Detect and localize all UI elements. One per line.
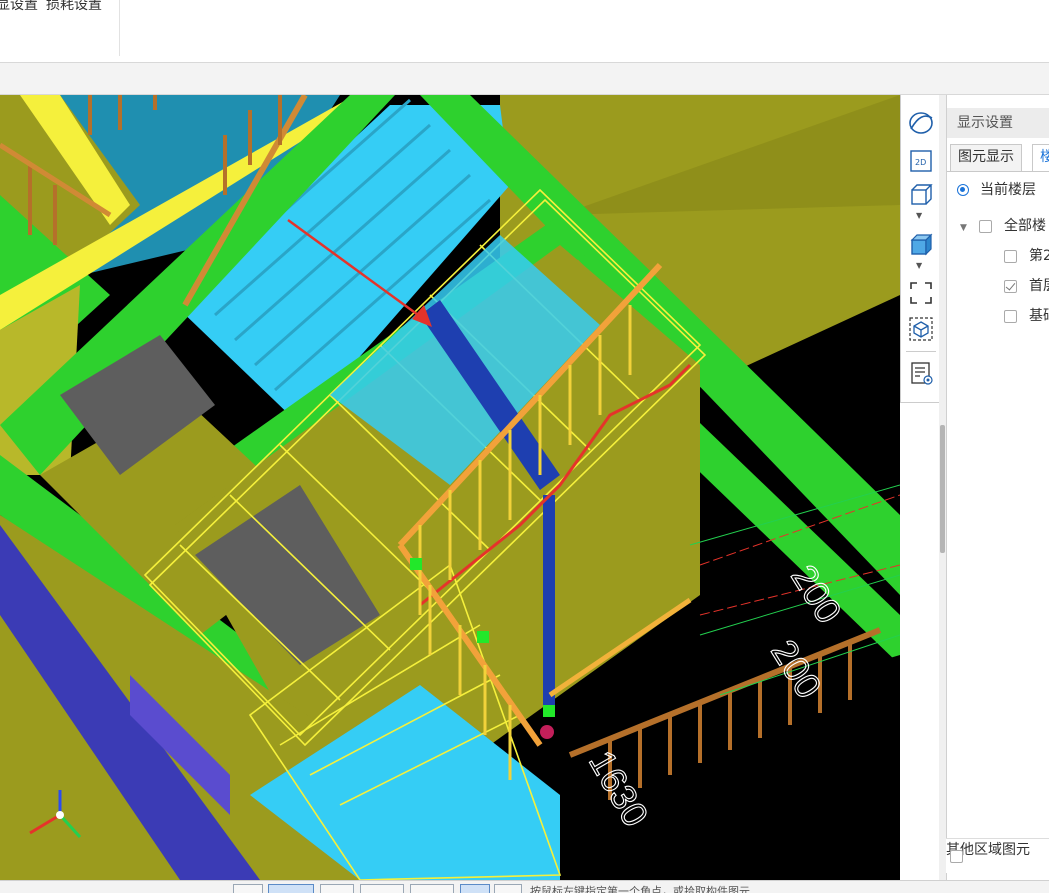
cube-solid-icon[interactable] <box>907 231 935 259</box>
3d-viewport[interactable]: 200 200 1630 <box>0 95 900 880</box>
chevron-down-icon-2[interactable]: ▼ <box>916 261 922 270</box>
tab-floor-display[interactable]: 楼 <box>1032 144 1049 171</box>
foundation-checkbox[interactable] <box>1004 310 1017 323</box>
display-settings-panel: 显示设置 图元显示 楼 当前楼层 ▼ 全部楼 第2 首层 基础 <box>946 95 1049 880</box>
view-2d-icon[interactable]: 2D <box>907 147 935 175</box>
floor-2-checkbox[interactable] <box>1004 250 1017 263</box>
all-floors-label: 全部楼 <box>1004 218 1046 234</box>
scrollbar-thumb[interactable] <box>940 425 945 553</box>
foundation-label: 基础 <box>1029 308 1049 324</box>
fit-view-icon[interactable] <box>907 279 935 307</box>
vertical-scrollbar[interactable] <box>939 95 946 880</box>
expand-caret-icon[interactable]: ▼ <box>960 223 967 233</box>
cube-wireframe-icon[interactable] <box>907 181 935 209</box>
stair-3d-scene[interactable]: 200 200 1630 <box>0 95 900 880</box>
toolbar-divider <box>906 351 936 352</box>
ribbon: 显设置 损耗设置 <box>0 0 1049 62</box>
floor-1-label: 首层 <box>1029 278 1049 294</box>
view-2d-label: 2D <box>915 158 926 167</box>
ribbon-display-settings[interactable]: 显设置 <box>0 0 38 14</box>
ribbon-separator <box>119 0 120 56</box>
all-floors-checkbox[interactable] <box>979 220 992 233</box>
tab-element-display[interactable]: 图元显示 <box>950 144 1022 171</box>
locate-3d-icon[interactable] <box>907 315 935 343</box>
current-floor-label: 当前楼层 <box>980 182 1036 198</box>
status-bar: 按鼠标左键指定第一个角点，或拾取构件图元 <box>0 880 1049 893</box>
floor-1-checkbox[interactable] <box>1004 280 1017 293</box>
display-list-icon[interactable] <box>907 359 935 387</box>
tab-strip <box>0 62 1049 95</box>
floor-2-label: 第2 <box>1029 248 1049 264</box>
other-area-checkbox[interactable] <box>950 850 963 863</box>
panel-tabs: 图元显示 楼 <box>947 142 1049 172</box>
view-toolbar: 2D ▼ ▼ <box>900 95 940 403</box>
orbit-icon[interactable] <box>907 109 935 137</box>
chevron-down-icon[interactable]: ▼ <box>916 211 922 220</box>
panel-title: 显示设置 <box>947 108 1049 138</box>
current-floor-radio[interactable] <box>957 184 969 196</box>
ribbon-loss-settings[interactable]: 损耗设置 <box>46 0 102 14</box>
panel-bottom-bar: 其他区域图元 <box>946 838 1049 873</box>
